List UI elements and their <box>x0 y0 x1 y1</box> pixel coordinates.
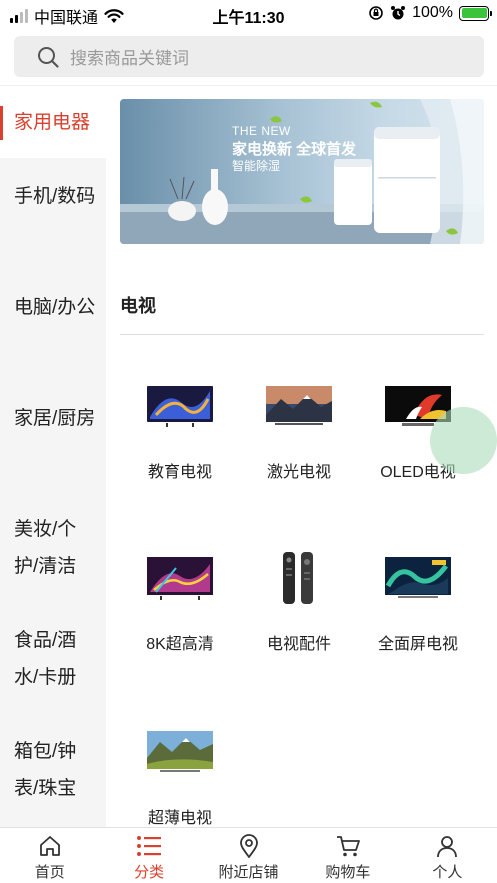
sidebar-item-computers[interactable]: 电脑/办公 <box>0 289 106 326</box>
tv-mountain-icon <box>263 376 335 436</box>
tab-profile[interactable]: 个人 <box>398 828 497 883</box>
list-icon <box>136 833 162 859</box>
sidebar-item-home-kitchen[interactable]: 家居/厨房 <box>0 400 106 437</box>
tab-nearby-stores[interactable]: 附近店铺 <box>199 828 298 883</box>
section-title: 电视 <box>120 296 156 316</box>
product-label: 电视配件 <box>266 636 331 653</box>
person-icon <box>435 833 459 859</box>
location-pin-icon <box>238 833 260 859</box>
banner-subline: 智能除湿 <box>232 159 281 173</box>
sidebar-item-bags[interactable]: 箱包/钟表/珠宝 <box>0 733 106 807</box>
product-label: 教育电视 <box>147 464 212 481</box>
product-label: 激光电视 <box>266 464 331 481</box>
product-label: 全面屏电视 <box>377 636 458 653</box>
product-laser-tv[interactable]: 激光电视 <box>239 376 359 506</box>
sidebar-item-home-appliances[interactable]: 家用电器 <box>0 86 106 158</box>
alarm-icon <box>391 6 406 20</box>
battery-percent: 100% <box>412 4 453 21</box>
touch-indicator <box>430 407 497 474</box>
tv-aurora-icon <box>382 548 454 608</box>
status-right: 100% <box>368 4 492 22</box>
sidebar-item-label: 家用电器 <box>14 111 91 133</box>
tv-landscape-icon <box>144 722 216 782</box>
product-full-screen-tv[interactable]: 全面屏电视 <box>358 548 478 678</box>
product-label: 超薄电视 <box>147 810 212 827</box>
banner-tagline: THE NEW <box>232 124 291 138</box>
product-label: 8K超高清 <box>146 636 214 653</box>
sidebar-item-label: 手机/数码 <box>14 186 96 207</box>
search-input[interactable]: 搜索商品关键词 <box>14 36 484 77</box>
search-bar: 搜索商品关键词 <box>0 28 497 86</box>
sidebar-item-label: 箱包/钟表/珠宝 <box>14 741 77 799</box>
banner-headline: 家电换新 全球首发 <box>232 141 357 158</box>
product-ultra-thin-tv[interactable]: 超薄电视 <box>120 722 240 827</box>
product-education-tv[interactable]: 教育电视 <box>120 376 240 506</box>
tab-cart[interactable]: 购物车 <box>298 828 397 883</box>
category-sidebar: 家用电器 手机/数码 电脑/办公 家居/厨房 美妆/个护/清洁 食品/酒水/卡册… <box>0 86 106 827</box>
search-icon <box>28 36 68 77</box>
sidebar-item-label: 家居/厨房 <box>14 408 96 429</box>
tab-category[interactable]: 分类 <box>99 828 198 883</box>
promo-banner[interactable]: THE NEW 家电换新 全球首发 智能除湿 <box>120 99 484 244</box>
tab-label: 购物车 <box>325 864 371 881</box>
sidebar-item-food[interactable]: 食品/酒水/卡册 <box>0 622 106 696</box>
sidebar-item-label: 电脑/办公 <box>14 297 96 318</box>
tab-label: 个人 <box>432 864 463 881</box>
tab-home[interactable]: 首页 <box>0 828 99 883</box>
tv-blue-abstract-icon <box>144 376 216 436</box>
banner-illustration <box>120 99 484 244</box>
sidebar-item-label: 食品/酒水/卡册 <box>14 630 77 688</box>
sidebar-item-label: 美妆/个护/清洁 <box>14 519 77 577</box>
status-bar: 中国联通 上午11:30 100% <box>0 0 497 28</box>
search-placeholder: 搜索商品关键词 <box>70 49 189 68</box>
sidebar-item-beauty[interactable]: 美妆/个护/清洁 <box>0 511 106 585</box>
orientation-lock-icon <box>369 6 383 20</box>
sidebar-item-phones[interactable]: 手机/数码 <box>0 178 106 215</box>
tab-label: 分类 <box>134 864 165 881</box>
tv-8k-icon <box>144 548 216 608</box>
product-tv-accessories[interactable]: 电视配件 <box>239 548 359 678</box>
section-divider <box>120 334 484 335</box>
remote-control-icon <box>263 548 335 608</box>
product-8k-tv[interactable]: 8K超高清 <box>120 548 240 678</box>
bottom-tab-bar: 首页 分类 附近店铺 购物车 个人 <box>0 827 497 883</box>
battery-icon <box>459 5 492 21</box>
home-icon <box>38 833 62 859</box>
cart-icon <box>335 833 361 859</box>
tab-label: 首页 <box>34 864 65 881</box>
tab-label: 附近店铺 <box>218 864 279 881</box>
